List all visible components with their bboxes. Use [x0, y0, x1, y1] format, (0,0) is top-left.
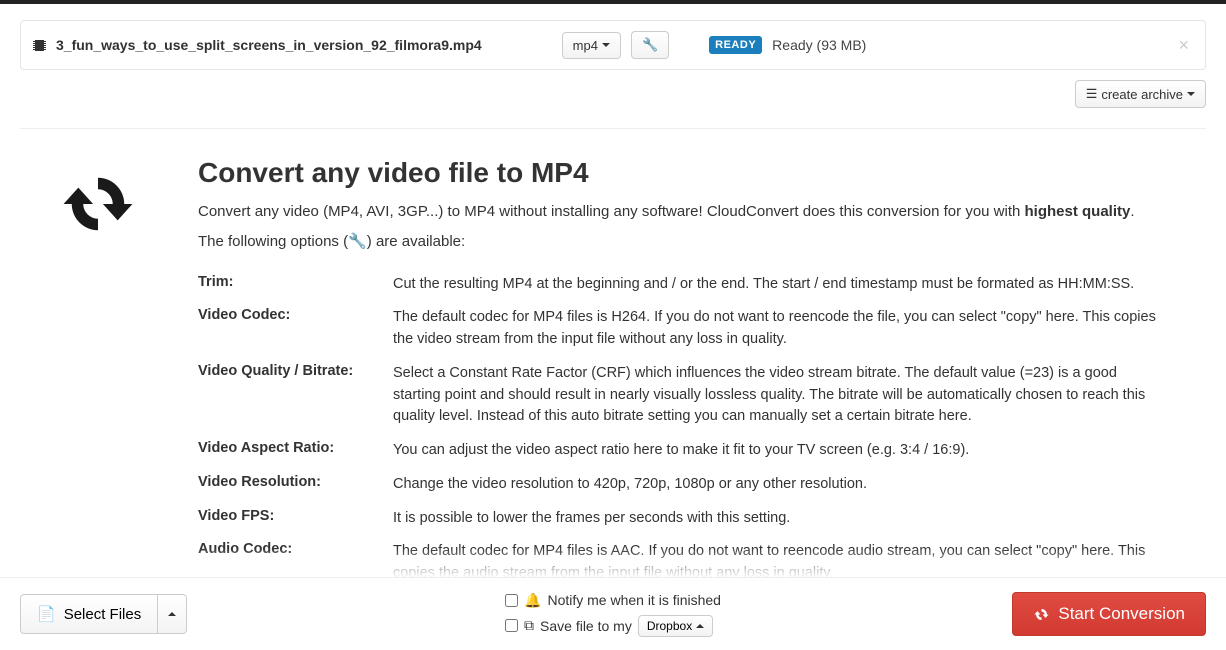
chevron-up-icon: [696, 624, 704, 628]
footer: 📄 Select Files 🔔 Notify me when it is fi…: [0, 577, 1226, 650]
option-row: Video FPS:It is possible to lower the fr…: [198, 502, 1168, 536]
content-column: Convert any video file to MP4 Convert an…: [198, 157, 1198, 625]
select-files-group: 📄 Select Files: [20, 594, 187, 634]
window-top-bar: [0, 0, 1226, 4]
option-label: Video Codec:: [198, 301, 393, 357]
notify-checkbox[interactable]: [505, 594, 518, 607]
option-label: Video FPS:: [198, 502, 393, 536]
bell-icon: 🔔: [524, 592, 541, 609]
chevron-down-icon: [1187, 92, 1195, 96]
option-label: Video Resolution:: [198, 468, 393, 502]
dropbox-icon: ⧉: [524, 617, 534, 634]
storage-provider-dropdown[interactable]: Dropbox: [638, 615, 713, 637]
refresh-icon-column: [28, 157, 168, 625]
start-label: Start Conversion: [1058, 604, 1185, 624]
format-label: mp4: [573, 38, 598, 53]
chevron-down-icon: [602, 43, 610, 47]
intro-text: Convert any video (MP4, AVI, 3GP...) to …: [198, 201, 1168, 224]
footer-center: 🔔 Notify me when it is finished ⧉ Save f…: [505, 592, 721, 637]
status-text: Ready (93 MB): [772, 37, 866, 53]
option-label: Video Quality / Bitrate:: [198, 357, 393, 434]
option-desc: Cut the resulting MP4 at the beginning a…: [393, 268, 1168, 302]
file-name: 3_fun_ways_to_use_split_screens_in_versi…: [56, 37, 482, 53]
main-content: Convert any video file to MP4 Convert an…: [0, 129, 1226, 625]
start-conversion-button[interactable]: Start Conversion: [1012, 592, 1206, 636]
notify-label: Notify me when it is finished: [547, 592, 721, 608]
option-desc: Change the video resolution to 420p, 720…: [393, 468, 1168, 502]
settings-button[interactable]: 🔧: [631, 31, 669, 59]
save-row: ⧉ Save file to my Dropbox: [505, 615, 721, 637]
file-add-icon: 📄: [37, 605, 56, 623]
options-lead: The following options (🔧) are available:: [198, 232, 1168, 250]
option-label: Video Aspect Ratio:: [198, 434, 393, 468]
wrench-icon: 🔧: [642, 37, 658, 53]
option-row: Video Quality / Bitrate:Select a Constan…: [198, 357, 1168, 434]
option-row: Trim:Cut the resulting MP4 at the beginn…: [198, 268, 1168, 302]
save-checkbox[interactable]: [505, 619, 518, 632]
option-desc: It is possible to lower the frames per s…: [393, 502, 1168, 536]
archive-row: ☰ create archive: [0, 80, 1226, 120]
option-row: Video Codec:The default codec for MP4 fi…: [198, 301, 1168, 357]
dropbox-label: Dropbox: [647, 619, 692, 633]
wrench-icon: 🔧: [348, 233, 367, 250]
option-row: Video Resolution:Change the video resolu…: [198, 468, 1168, 502]
notify-row[interactable]: 🔔 Notify me when it is finished: [505, 592, 721, 609]
chevron-up-icon: [168, 612, 176, 616]
film-icon: [33, 40, 46, 51]
refresh-icon: [1033, 606, 1050, 623]
refresh-icon: [57, 163, 139, 625]
select-files-dropdown[interactable]: [158, 594, 187, 634]
archive-icon: ☰: [1086, 86, 1098, 102]
page-title: Convert any video file to MP4: [198, 157, 1168, 189]
status-badge: READY: [709, 36, 762, 54]
option-desc: The default codec for MP4 files is H264.…: [393, 301, 1168, 357]
close-icon[interactable]: ×: [1174, 35, 1193, 56]
select-files-label: Select Files: [64, 606, 142, 623]
file-row: 3_fun_ways_to_use_split_screens_in_versi…: [20, 20, 1206, 70]
option-desc: Select a Constant Rate Factor (CRF) whic…: [393, 357, 1168, 434]
options-table: Trim:Cut the resulting MP4 at the beginn…: [198, 268, 1168, 625]
select-files-button[interactable]: 📄 Select Files: [20, 594, 158, 634]
save-to-my-label: Save file to my: [540, 618, 632, 634]
option-label: Trim:: [198, 268, 393, 302]
option-row: Video Aspect Ratio:You can adjust the vi…: [198, 434, 1168, 468]
create-archive-button[interactable]: ☰ create archive: [1075, 80, 1206, 108]
option-desc: You can adjust the video aspect ratio he…: [393, 434, 1168, 468]
archive-label: create archive: [1101, 87, 1183, 102]
format-dropdown[interactable]: mp4: [562, 32, 621, 59]
